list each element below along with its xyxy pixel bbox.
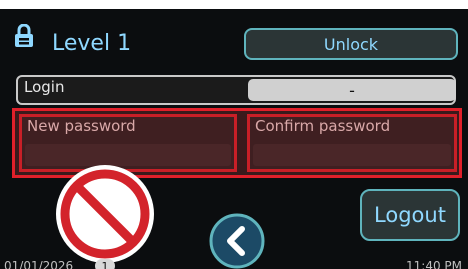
hmi-screen: Level 1 Unlock Login - New password Conf… [0, 9, 468, 269]
login-selector[interactable]: - [248, 79, 456, 101]
login-value: - [349, 80, 355, 100]
new-password-label: New password [27, 117, 136, 135]
confirm-password-field: Confirm password [247, 114, 457, 172]
unlock-button-label: Unlock [323, 34, 379, 54]
status-date: 01/01/2026 [4, 259, 74, 269]
login-row: Login - [16, 75, 456, 105]
status-time: 11:40 PM [406, 259, 462, 269]
lock-icon [15, 24, 33, 47]
login-label: Login [24, 78, 65, 96]
back-button[interactable] [208, 212, 266, 269]
confirm-password-label: Confirm password [255, 117, 391, 135]
logout-button[interactable]: Logout [360, 189, 460, 241]
confirm-password-input[interactable] [253, 144, 451, 166]
prohibited-icon [56, 165, 154, 263]
top-strip [0, 0, 175, 9]
unlock-button[interactable]: Unlock [244, 28, 458, 60]
logout-button-label: Logout [374, 203, 446, 227]
status-badge: 1 [95, 259, 115, 269]
page-title: Level 1 [52, 31, 132, 56]
